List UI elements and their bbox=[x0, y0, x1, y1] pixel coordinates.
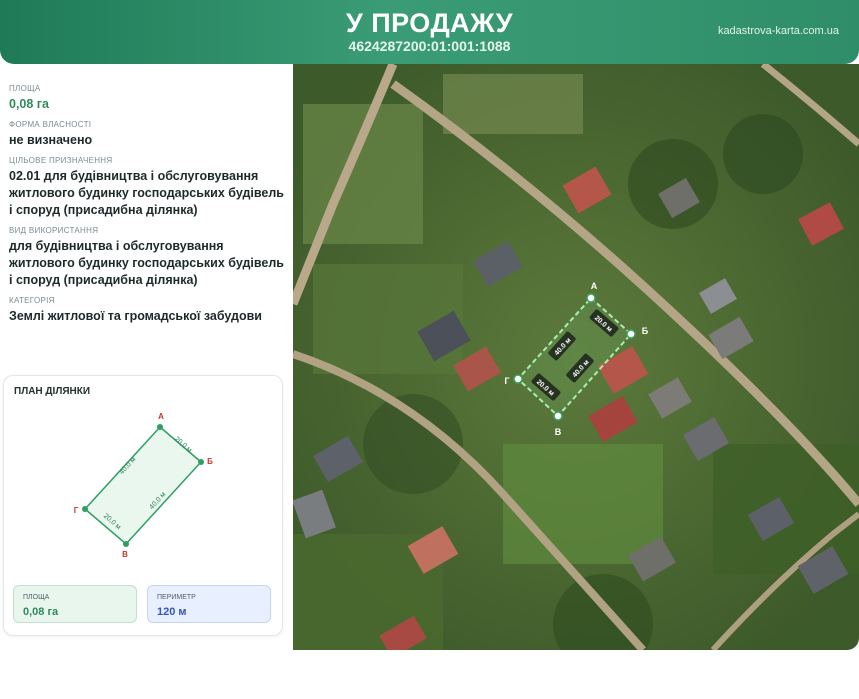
plan-vertex-b-point bbox=[198, 459, 204, 465]
parcel-plan-card: А Б В Г 20,0 м 40,0 м 20,0 м 40,0 м ПЛАН… bbox=[3, 375, 283, 636]
plan-perimeter-value: 120 м bbox=[157, 606, 187, 618]
plan-vertex-a-label: А bbox=[158, 412, 164, 421]
plan-vertex-a-point bbox=[157, 424, 163, 430]
map-trees bbox=[723, 114, 803, 194]
plan-area-stat: ПЛОЩА 0,08 га bbox=[13, 585, 137, 623]
area-label: ПЛОЩА bbox=[9, 84, 41, 93]
plan-vertex-g-label: Г bbox=[74, 506, 79, 515]
parcel-info-panel: ПЛОЩА 0,08 га ФОРМА ВЛАСНОСТІ не визначе… bbox=[9, 76, 284, 325]
parcel-plan-diagram: А Б В Г 20,0 м 40,0 м 20,0 м 40,0 м bbox=[74, 412, 213, 559]
usage-label: ВИД ВИКОРИСТАННЯ bbox=[9, 226, 99, 235]
map-vertex-v-point[interactable] bbox=[553, 411, 563, 421]
plan-vertex-b-label: Б bbox=[207, 457, 213, 466]
category-value: Землі житлової та громадської забудови bbox=[9, 309, 262, 323]
site-link[interactable]: kadastrova-karta.com.ua bbox=[718, 25, 839, 37]
header-banner: У ПРОДАЖУ 4624287200:01:001:1088 kadastr… bbox=[0, 0, 859, 64]
plan-area-label: ПЛОЩА bbox=[23, 594, 50, 601]
ownership-value: не визначено bbox=[9, 133, 93, 147]
map-vertex-v-label: В bbox=[555, 427, 562, 437]
area-value: 0,08 га bbox=[9, 97, 49, 111]
usage-value: для будівництва і обслуговування житлово… bbox=[9, 239, 284, 287]
category-label: КАТЕГОРІЯ bbox=[9, 296, 55, 305]
plan-perimeter-stat: ПЕРИМЕТР 120 м bbox=[147, 585, 271, 623]
purpose-value: 02.01 для будівництва і обслуговування ж… bbox=[9, 169, 284, 217]
satellite-imagery: А Б В Г 20.0 м 40.0 м 20.0 м 40.0 м bbox=[293, 64, 859, 650]
map-vertex-b-point[interactable] bbox=[626, 329, 636, 339]
map-field bbox=[443, 74, 583, 134]
map-vertex-g-point[interactable] bbox=[513, 374, 523, 384]
map-field bbox=[503, 444, 663, 564]
ownership-label: ФОРМА ВЛАСНОСТІ bbox=[9, 120, 92, 129]
map-vertex-g-label: Г bbox=[504, 376, 509, 386]
plan-perimeter-label: ПЕРИМЕТР bbox=[157, 594, 196, 601]
plan-vertex-v-label: В bbox=[122, 550, 128, 559]
map-vertex-a-point[interactable] bbox=[586, 293, 596, 303]
plan-area-value: 0,08 га bbox=[23, 606, 59, 618]
plan-title: ПЛАН ДІЛЯНКИ bbox=[14, 386, 91, 397]
plan-vertex-v-point bbox=[123, 541, 129, 547]
map-vertex-b-label: Б bbox=[642, 326, 649, 336]
purpose-label: ЦІЛЬОВЕ ПРИЗНАЧЕННЯ bbox=[9, 156, 113, 165]
cadastral-number: 4624287200:01:001:1088 bbox=[348, 38, 511, 54]
map-vertex-a-label: А bbox=[591, 281, 598, 291]
satellite-map[interactable]: А Б В Г 20.0 м 40.0 м 20.0 м 40.0 м bbox=[293, 64, 859, 650]
plan-vertex-g-point bbox=[82, 506, 88, 512]
